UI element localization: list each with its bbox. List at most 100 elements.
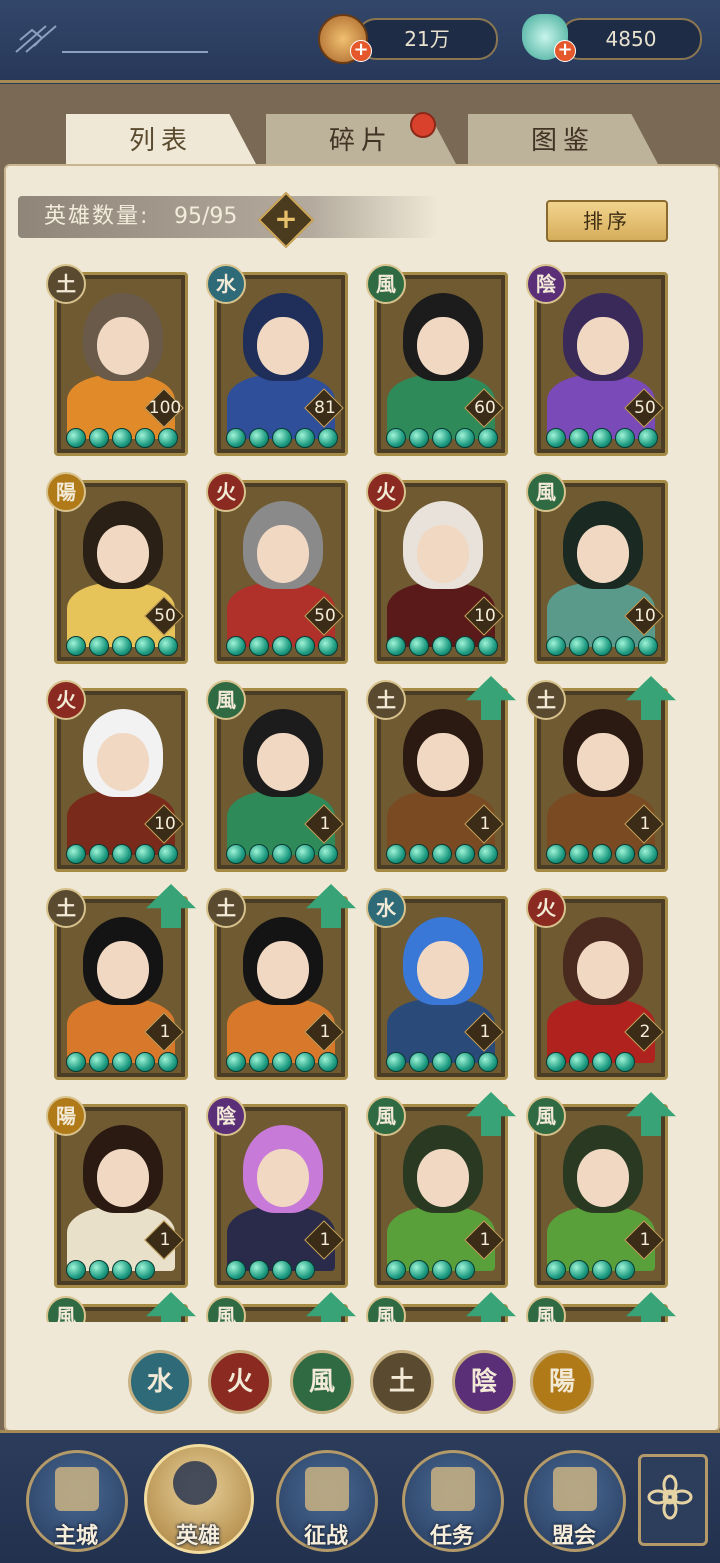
element-badge-icon: 土 [366, 680, 406, 720]
star-gem-icon [66, 636, 86, 656]
hero-level-badge: 1 [624, 1220, 664, 1260]
fret-pattern-ornament [15, 25, 208, 53]
star-gems [546, 636, 661, 658]
element-badge-icon: 火 [46, 680, 86, 720]
hero-face [97, 317, 149, 375]
star-gem-icon [638, 428, 658, 448]
hero-level-badge: 50 [304, 596, 344, 636]
star-gem-icon [112, 1052, 132, 1072]
star-gem-icon [272, 1260, 292, 1280]
star-gems [226, 636, 341, 658]
star-gem-icon [226, 636, 246, 656]
more-menu-button[interactable] [638, 1454, 708, 1546]
hero-level: 10 [154, 814, 176, 834]
star-gem-icon [569, 844, 589, 864]
element-badge-icon: 風 [366, 1096, 406, 1136]
star-gem-icon [386, 844, 406, 864]
hero-level: 1 [319, 1230, 331, 1250]
hero-level-badge: 1 [464, 804, 504, 844]
hero-face [417, 1149, 469, 1207]
add-coin-button[interactable]: + [350, 40, 372, 62]
hero-level: 1 [479, 1230, 491, 1250]
hero-level-badge: 1 [144, 1012, 184, 1052]
star-gem-icon [112, 844, 132, 864]
hero-level-badge: 50 [624, 388, 664, 428]
star-gem-icon [432, 844, 452, 864]
hero-level: 10 [634, 606, 656, 626]
hero-level: 1 [159, 1230, 171, 1250]
star-gem-icon [272, 844, 292, 864]
star-gem-icon [592, 1260, 612, 1280]
star-gem-icon [226, 844, 246, 864]
hero-level: 81 [314, 398, 336, 418]
star-gem-icon [592, 844, 612, 864]
star-gem-icon [89, 844, 109, 864]
filter-water-button[interactable]: 水 [128, 1350, 192, 1414]
filter-earth-button[interactable]: 土 [370, 1350, 434, 1414]
hero-level-badge: 1 [304, 804, 344, 844]
star-gem-icon [135, 636, 155, 656]
palace-icon [55, 1467, 99, 1511]
filter-wind-button[interactable]: 風 [290, 1350, 354, 1414]
hero-face [257, 1149, 309, 1207]
nav-label: 英雄 [175, 1524, 220, 1549]
star-gem-icon [226, 428, 246, 448]
star-gem-icon [409, 1260, 429, 1280]
hero-level-badge: 100 [144, 388, 184, 428]
hero-level: 50 [154, 606, 176, 626]
hero-level-badge: 10 [144, 804, 184, 844]
hero-level-badge: 1 [144, 1220, 184, 1260]
star-gem-icon [386, 1052, 406, 1072]
hero-face [417, 941, 469, 999]
star-gem-icon [478, 1052, 498, 1072]
hero-level-badge: 60 [464, 388, 504, 428]
element-badge-icon: 水 [366, 888, 406, 928]
nav-label: 盟会 [551, 1524, 596, 1549]
star-gem-icon [66, 1052, 86, 1072]
filter-yang-button[interactable]: 陽 [530, 1350, 594, 1414]
tab-list[interactable]: 列表 [66, 114, 256, 164]
star-gems [66, 428, 181, 450]
star-gems [66, 636, 181, 658]
bell-icon [431, 1467, 475, 1511]
star-gem-icon [455, 636, 475, 656]
flower-menu-icon [647, 1474, 693, 1520]
element-badge-icon: 火 [526, 888, 566, 928]
hero-face [97, 1149, 149, 1207]
element-badge-icon: 風 [206, 1296, 246, 1322]
element-badge-icon: 風 [46, 1296, 86, 1322]
filter-yin-button[interactable]: 陰 [452, 1350, 516, 1414]
filter-fire-button[interactable]: 火 [208, 1350, 272, 1414]
star-gems [386, 1260, 478, 1282]
hero-level: 1 [639, 814, 651, 834]
star-gem-icon [386, 1260, 406, 1280]
star-gem-icon [615, 428, 635, 448]
element-badge-icon: 水 [206, 264, 246, 304]
add-jade-button[interactable]: + [554, 40, 576, 62]
element-badge-icon: 風 [366, 264, 406, 304]
star-gems [546, 844, 661, 866]
hero-level: 2 [639, 1022, 651, 1042]
star-gem-icon [455, 1260, 475, 1280]
tab-codex[interactable]: 图鉴 [468, 114, 658, 164]
star-gem-icon [249, 636, 269, 656]
hero-face [577, 525, 629, 583]
fragments-notification-dot [410, 112, 436, 138]
star-gem-icon [226, 1052, 246, 1072]
star-gem-icon [615, 1052, 635, 1072]
hero-face [257, 733, 309, 791]
star-gems [226, 1052, 341, 1074]
star-gem-icon [455, 844, 475, 864]
sort-button[interactable]: 排序 [546, 200, 668, 242]
hero-level-badge: 2 [624, 1012, 664, 1052]
star-gem-icon [569, 636, 589, 656]
star-gem-icon [409, 1052, 429, 1072]
star-gems [66, 844, 181, 866]
star-gem-icon [272, 636, 292, 656]
element-badge-icon: 陰 [206, 1096, 246, 1136]
star-gem-icon [295, 1052, 315, 1072]
star-gem-icon [569, 428, 589, 448]
star-gem-icon [249, 1260, 269, 1280]
star-gem-icon [546, 844, 566, 864]
star-gems [546, 1052, 638, 1074]
